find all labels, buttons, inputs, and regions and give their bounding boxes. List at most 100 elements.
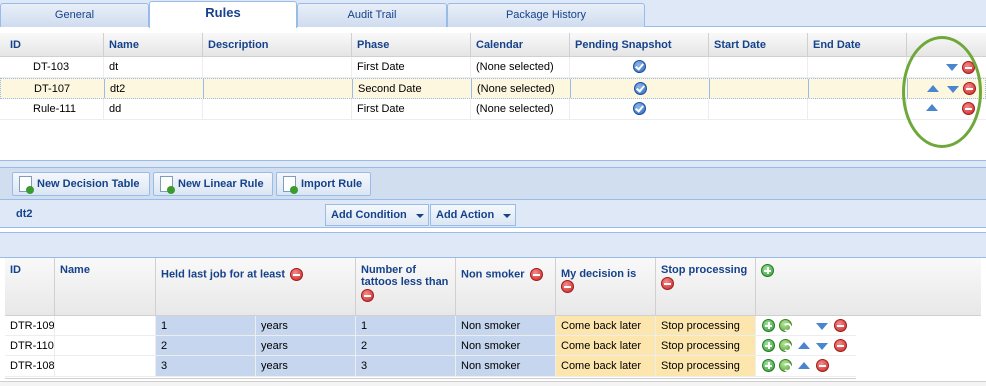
rule-phase: First Date — [352, 57, 471, 77]
dt-row-name[interactable] — [55, 316, 156, 335]
col-name[interactable]: Name — [104, 33, 203, 56]
new-decision-table-button[interactable]: New Decision Table — [12, 172, 150, 196]
add-condition-button[interactable]: Add Condition — [325, 204, 429, 226]
col-phase[interactable]: Phase — [352, 33, 471, 56]
held-unit-cell[interactable]: years — [256, 356, 356, 376]
col-end-date[interactable]: End Date — [808, 33, 907, 56]
tab-bar: General Rules Audit Trail Package Histor… — [0, 0, 986, 28]
tab-package-history[interactable]: Package History — [447, 3, 645, 27]
dt-col-held-last-job[interactable]: Held last job for at least — [156, 258, 356, 315]
stop-processing-cell[interactable]: Stop processing — [656, 336, 756, 355]
pending-snapshot-cell — [571, 79, 710, 98]
rule-start-date — [709, 57, 808, 77]
delete-column-icon[interactable] — [290, 268, 304, 281]
move-down-icon[interactable] — [816, 323, 828, 330]
add-row-icon[interactable] — [762, 359, 775, 372]
dt-col-non-smoker[interactable]: Non smoker — [456, 258, 556, 315]
held-unit-cell[interactable]: years — [256, 316, 356, 335]
add-row-icon[interactable] — [762, 339, 775, 352]
new-document-icon — [160, 176, 175, 194]
decision-row[interactable]: DTR-110 2 years 2 Non smoker Come back l… — [5, 336, 856, 356]
col-calendar[interactable]: Calendar — [471, 33, 570, 56]
dt-col-name[interactable]: Name — [55, 258, 156, 315]
rule-editor-title: dt2 — [16, 208, 33, 220]
tattoos-cell[interactable]: 2 — [356, 336, 456, 355]
delete-column-icon[interactable] — [529, 268, 543, 281]
held-value-cell[interactable]: 1 — [156, 316, 256, 335]
chevron-down-icon[interactable] — [416, 214, 424, 218]
tab-rules[interactable]: Rules — [149, 1, 297, 28]
dt-col-tattoos[interactable]: Number of tattoos less than — [356, 258, 456, 315]
copy-row-icon[interactable] — [779, 359, 792, 372]
col-description[interactable]: Description — [203, 33, 352, 56]
rule-calendar: (None selected) — [472, 79, 571, 98]
chevron-down-icon[interactable] — [503, 214, 511, 218]
decision-cell[interactable]: Come back later — [556, 336, 656, 355]
col-id[interactable]: ID — [5, 33, 104, 56]
rule-row[interactable]: DT-103 dt First Date (None selected) — [0, 57, 986, 78]
rule-row[interactable]: DT-107 dt2 Second Date (None selected) — [0, 78, 986, 99]
col-start-date[interactable]: Start Date — [709, 33, 808, 56]
dt-row-name[interactable] — [55, 356, 156, 376]
rule-end-date — [808, 99, 907, 119]
rule-row[interactable]: Rule-111 dd First Date (None selected) — [0, 99, 986, 120]
col-pending-snapshot[interactable]: Pending Snapshot — [570, 33, 709, 56]
add-action-label: Add Action — [436, 209, 495, 221]
new-linear-rule-button[interactable]: New Linear Rule — [153, 172, 273, 196]
tattoos-cell[interactable]: 3 — [356, 356, 456, 376]
checkmark-icon — [632, 60, 646, 73]
stop-processing-cell[interactable]: Stop processing — [656, 356, 756, 376]
delete-icon[interactable] — [834, 319, 847, 332]
decision-table-header: ID Name Held last job for at least Numbe… — [5, 258, 981, 316]
checkmark-icon — [632, 102, 646, 115]
rules-grid-header: ID Name Description Phase Calendar Pendi… — [0, 33, 986, 57]
rule-calendar: (None selected) — [471, 99, 570, 119]
decision-row[interactable]: DTR-109 1 years 1 Non smoker Come back l… — [5, 316, 856, 336]
decision-cell[interactable]: Come back later — [556, 356, 656, 376]
dt-col-stop-processing[interactable]: Stop processing — [656, 258, 756, 315]
delete-column-icon[interactable] — [561, 280, 574, 293]
add-action-button[interactable]: Add Action — [430, 204, 516, 226]
rule-phase: First Date — [352, 99, 471, 119]
tab-audit-trail[interactable]: Audit Trail — [297, 3, 447, 27]
held-value-cell[interactable]: 3 — [156, 356, 256, 376]
dt-col-my-decision[interactable]: My decision is — [556, 258, 656, 315]
add-row-icon[interactable] — [762, 319, 775, 332]
tattoos-cell[interactable]: 1 — [356, 316, 456, 335]
rule-phase: Second Date — [353, 79, 472, 98]
decision-cell[interactable]: Come back later — [556, 316, 656, 335]
copy-row-icon[interactable] — [779, 339, 792, 352]
held-value-cell[interactable]: 2 — [156, 336, 256, 355]
delete-icon[interactable] — [816, 359, 829, 372]
import-document-icon — [283, 176, 298, 194]
import-rule-button[interactable]: Import Rule — [276, 172, 371, 196]
dt-row-id: DTR-108 — [5, 356, 55, 376]
move-down-icon[interactable] — [816, 343, 828, 350]
my-decision-label: My decision is — [561, 268, 637, 280]
copy-row-icon[interactable] — [779, 319, 792, 332]
move-up-icon[interactable] — [798, 342, 810, 349]
decision-row[interactable]: DTR-108 3 years 3 Non smoker Come back l… — [5, 356, 856, 377]
delete-icon[interactable] — [834, 339, 847, 352]
panel-splitter[interactable] — [0, 160, 986, 168]
stop-processing-cell[interactable]: Stop processing — [656, 316, 756, 335]
add-column-icon[interactable] — [761, 264, 774, 277]
non-smoker-cell[interactable]: Non smoker — [456, 316, 556, 335]
pending-snapshot-cell — [570, 57, 709, 77]
tab-general[interactable]: General — [0, 3, 149, 27]
dt-row-id: DTR-109 — [5, 316, 55, 335]
dt-col-id[interactable]: ID — [5, 258, 55, 315]
non-smoker-cell[interactable]: Non smoker — [456, 356, 556, 376]
non-smoker-cell[interactable]: Non smoker — [456, 336, 556, 355]
delete-column-icon[interactable] — [361, 289, 374, 302]
delete-column-icon[interactable] — [661, 277, 674, 290]
held-unit-cell[interactable]: years — [256, 336, 356, 355]
rule-name: dd — [104, 99, 203, 119]
pending-snapshot-cell — [570, 99, 709, 119]
rule-start-date — [710, 79, 809, 98]
move-up-icon[interactable] — [798, 362, 810, 369]
bottom-edge — [0, 381, 986, 386]
dt-row-name[interactable] — [55, 336, 156, 355]
new-linear-rule-label: New Linear Rule — [178, 178, 264, 190]
rule-calendar: (None selected) — [471, 57, 570, 77]
